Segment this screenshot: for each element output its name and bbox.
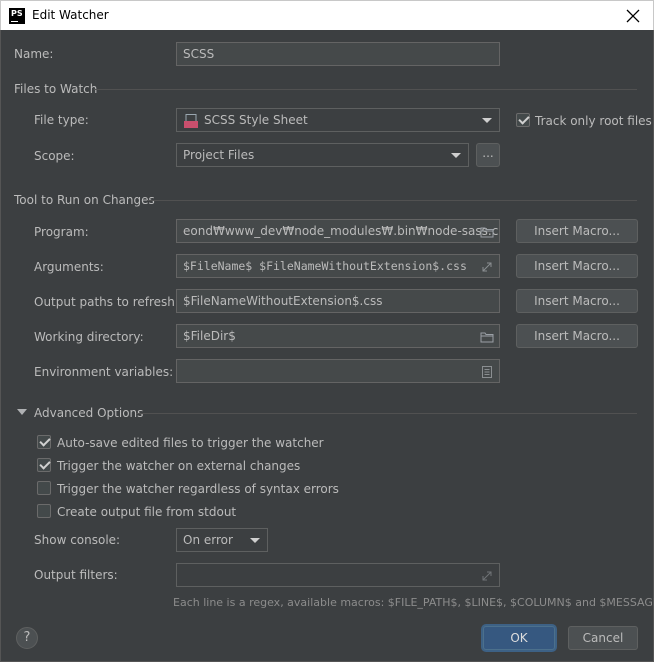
show-console-label: Show console: xyxy=(34,533,121,547)
arguments-value: $FileName$ $FileNameWithoutExtension$.cs… xyxy=(183,259,467,273)
scope-combobox[interactable]: Project Files xyxy=(176,143,469,167)
output-filters-hint: Each line is a regex, available macros: … xyxy=(173,596,654,609)
scope-label: Scope: xyxy=(34,149,75,163)
syntax-errors-checkbox[interactable] xyxy=(37,481,51,495)
environment-variables-label: Environment variables: xyxy=(34,365,174,379)
working-directory-field[interactable]: $FileDir$ xyxy=(176,324,500,348)
syntax-errors-label: Trigger the watcher regardless of syntax… xyxy=(57,482,339,496)
insert-macro-button[interactable]: Insert Macro... xyxy=(516,219,638,243)
arguments-label: Arguments: xyxy=(34,260,104,274)
chevron-down-icon xyxy=(451,153,461,158)
program-label: Program: xyxy=(34,225,89,239)
title-bar: PS Edit Watcher xyxy=(0,0,654,30)
external-changes-checkbox[interactable] xyxy=(37,458,51,472)
expand-icon[interactable] xyxy=(480,568,494,582)
chevron-down-icon xyxy=(482,118,492,123)
external-changes-label: Trigger the watcher on external changes xyxy=(57,459,301,473)
folder-icon[interactable] xyxy=(480,224,494,238)
scope-browse-button[interactable]: ... xyxy=(476,143,500,167)
cancel-button[interactable]: Cancel xyxy=(568,626,638,650)
scope-value: Project Files xyxy=(183,148,255,162)
auto-save-checkbox[interactable] xyxy=(37,435,51,449)
insert-macro-button[interactable]: Insert Macro... xyxy=(516,254,638,278)
close-icon[interactable] xyxy=(621,4,645,28)
advanced-options-section[interactable]: Advanced Options xyxy=(34,406,143,420)
divider xyxy=(147,200,637,201)
phpstorm-app-icon: PS xyxy=(9,8,25,24)
track-only-root-checkbox[interactable] xyxy=(516,113,530,127)
name-field[interactable]: SCSS xyxy=(176,42,500,66)
insert-macro-button[interactable]: Insert Macro... xyxy=(516,289,638,313)
window-title: Edit Watcher xyxy=(32,8,109,22)
files-to-watch-section: Files to Watch xyxy=(14,82,98,96)
working-directory-value: $FileDir$ xyxy=(183,329,236,343)
scss-file-icon xyxy=(184,113,198,128)
ok-button[interactable]: OK xyxy=(483,626,555,650)
tool-section: Tool to Run on Changes xyxy=(14,193,155,207)
document-list-icon[interactable] xyxy=(480,364,494,378)
chevron-down-icon xyxy=(250,538,260,543)
working-directory-label: Working directory: xyxy=(34,330,144,344)
divider xyxy=(136,413,637,414)
collapse-triangle-icon[interactable] xyxy=(17,409,27,415)
environment-variables-field[interactable] xyxy=(176,359,500,383)
insert-macro-button[interactable]: Insert Macro... xyxy=(516,324,638,348)
stdout-output-checkbox[interactable] xyxy=(37,504,51,518)
show-console-combobox[interactable]: On error xyxy=(176,528,268,552)
file-type-combobox[interactable]: SCSS Style Sheet xyxy=(176,108,500,132)
file-type-value: SCSS Style Sheet xyxy=(204,113,308,127)
name-label: Name: xyxy=(14,47,54,61)
divider xyxy=(94,89,637,90)
arguments-field[interactable]: $FileName$ $FileNameWithoutExtension$.cs… xyxy=(176,254,500,278)
expand-icon[interactable] xyxy=(480,259,494,273)
output-filters-field[interactable] xyxy=(176,563,500,587)
output-filters-label: Output filters: xyxy=(34,568,118,582)
program-value: eond₩www_dev₩node_modules₩.bin₩node-sass… xyxy=(183,224,500,238)
output-paths-label: Output paths to refresh: xyxy=(34,295,179,309)
folder-icon[interactable] xyxy=(480,329,494,343)
stdout-output-label: Create output file from stdout xyxy=(57,505,237,519)
show-console-value: On error xyxy=(183,533,233,547)
file-type-label: File type: xyxy=(34,113,89,127)
help-button[interactable]: ? xyxy=(16,627,38,649)
auto-save-label: Auto-save edited files to trigger the wa… xyxy=(57,436,324,450)
program-field[interactable]: eond₩www_dev₩node_modules₩.bin₩node-sass… xyxy=(176,219,500,243)
track-only-root-label: Track only root files xyxy=(535,114,652,128)
edit-watcher-dialog: Name: SCSS Files to Watch File type: SCS… xyxy=(0,30,654,662)
output-paths-field[interactable]: $FileNameWithoutExtension$.css xyxy=(176,289,500,313)
